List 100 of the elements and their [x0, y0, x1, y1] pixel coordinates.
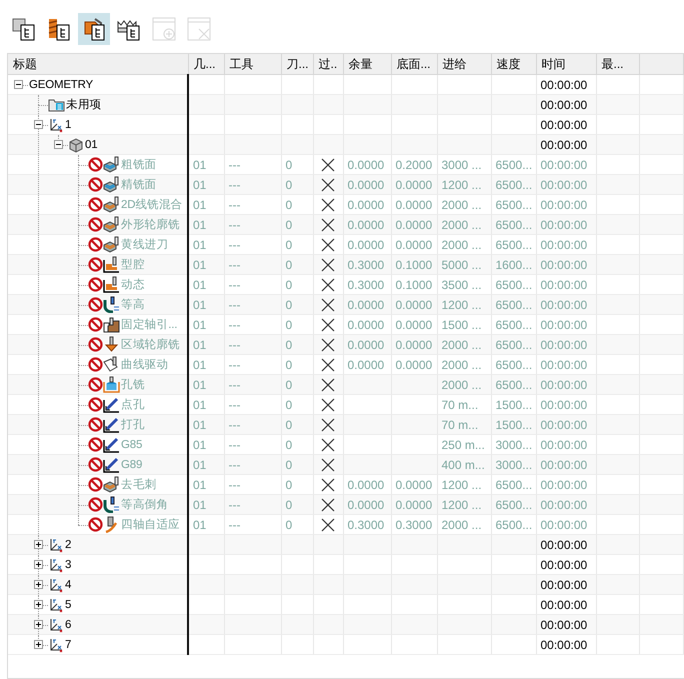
- column-header[interactable]: 时间: [536, 54, 596, 74]
- node-label: 型腔: [120, 258, 145, 272]
- table-cell: 0: [281, 174, 313, 194]
- tree-toggle[interactable]: [34, 120, 42, 129]
- table-cell: 0: [281, 454, 313, 474]
- step-pocket-icon: [103, 276, 120, 293]
- geometry-view-button[interactable]: [78, 13, 110, 45]
- table-cell: ---: [224, 334, 281, 354]
- table-cell: 0.3000: [343, 254, 391, 274]
- coordinate-axes-icon: [48, 116, 64, 132]
- table-row[interactable]: 7 00:00:00: [8, 634, 684, 654]
- column-header[interactable]: 底面...: [391, 54, 437, 74]
- node-label: 孔铣: [120, 378, 145, 392]
- node-label: GEOMETRY: [28, 78, 94, 90]
- table-cell: 70 m...: [437, 414, 491, 434]
- node-label: 01: [84, 138, 98, 150]
- table-cell: 00:00:00: [536, 294, 596, 314]
- column-header[interactable]: 速度: [491, 54, 536, 74]
- table-cell: 01: [188, 174, 224, 194]
- table-cell: 2000 ...: [437, 214, 491, 234]
- table-cell: 00:00:00: [536, 134, 596, 154]
- coordinate-axes-icon: [48, 636, 64, 652]
- tree-toggle[interactable]: [34, 560, 42, 569]
- column-header[interactable]: 标题: [8, 54, 188, 74]
- coordinate-axes-icon: [48, 536, 64, 552]
- node-label: 点孔: [120, 398, 145, 412]
- column-header[interactable]: 几...: [188, 54, 224, 74]
- table-cell: 00:00:00: [536, 614, 596, 634]
- node-label: 粗铣面: [120, 158, 156, 172]
- column-header[interactable]: 最...: [596, 54, 639, 74]
- table-cell: 01: [188, 334, 224, 354]
- node-label: 等高倒角: [120, 497, 168, 512]
- table-cell: 0.0000: [343, 494, 391, 514]
- node-label: 四轴自适应: [120, 518, 180, 532]
- milled-block-icon: [103, 156, 120, 173]
- table-cell: 00:00:00: [536, 334, 596, 354]
- tree-toggle[interactable]: [34, 600, 42, 609]
- node-label: 7: [64, 638, 72, 650]
- node-label: 2: [64, 538, 72, 550]
- table-row[interactable]: 2 00:00:00: [8, 534, 684, 554]
- column-header[interactable]: 余量: [343, 54, 391, 74]
- table-row[interactable]: 01 00:00:00: [8, 134, 684, 154]
- tree-toggle[interactable]: [54, 140, 62, 149]
- column-header[interactable]: 过..: [313, 54, 343, 74]
- step-pocket-icon: [103, 256, 120, 273]
- column-header[interactable]: 进给: [437, 54, 491, 74]
- node-label: 1: [64, 118, 72, 130]
- table-cell: ---: [224, 214, 281, 234]
- column-header[interactable]: 刀...: [281, 54, 313, 74]
- table-row[interactable]: 4 00:00:00: [8, 574, 684, 594]
- table-cell: 0.0000: [391, 494, 437, 514]
- table-cell: 00:00:00: [536, 574, 596, 594]
- table-cell: ---: [224, 294, 281, 314]
- table-cell: 01: [188, 414, 224, 434]
- table-cell: 5000 ...: [437, 254, 491, 274]
- table-cell: ---: [224, 174, 281, 194]
- table-cell: 01: [188, 374, 224, 394]
- node-label: G85: [120, 438, 142, 450]
- table-row[interactable]: 6 00:00:00: [8, 614, 684, 634]
- tool-curve-icon: [103, 516, 120, 533]
- table-cell: 00:00:00: [536, 214, 596, 234]
- table-cell: 00:00:00: [536, 634, 596, 654]
- table-cell: 2000 ...: [437, 374, 491, 394]
- corner-pencil-icon: [103, 396, 120, 413]
- table-cell: 0.0000: [391, 214, 437, 234]
- block-icon: [68, 136, 84, 152]
- table-cell: 0: [281, 254, 313, 274]
- table-cell: 400 m...: [437, 454, 491, 474]
- table-row[interactable]: 未用项 00:00:00: [8, 94, 684, 114]
- table-cell: 1200 ...: [437, 294, 491, 314]
- node-label: 动态: [120, 278, 145, 292]
- table-cell: 01: [188, 454, 224, 474]
- table-cell: 0.0000: [391, 334, 437, 354]
- table-cell: 3000...: [491, 454, 536, 474]
- node-label: 3: [64, 558, 72, 570]
- table-cell: 0: [281, 334, 313, 354]
- tree-toggle[interactable]: [34, 580, 42, 589]
- table-cell: 01: [188, 494, 224, 514]
- table-cell: 0.0000: [343, 214, 391, 234]
- table-cell: 1200 ...: [437, 174, 491, 194]
- node-label: 未用项: [65, 98, 102, 112]
- table-cell: 0: [281, 374, 313, 394]
- tree-toggle[interactable]: [34, 620, 42, 629]
- table-cell: 01: [188, 214, 224, 234]
- column-header[interactable]: 工具: [224, 54, 281, 74]
- node-label: 固定轴引...: [120, 318, 178, 332]
- table-cell: 0.1000: [391, 254, 437, 274]
- table-cell: 1500...: [491, 414, 536, 434]
- table-cell: 00:00:00: [536, 94, 596, 114]
- tree-toggle[interactable]: [34, 540, 42, 549]
- sheet-tool-icon: [103, 356, 120, 373]
- table-cell: 0.0000: [391, 174, 437, 194]
- node-label: 外形轮廓铣: [120, 217, 180, 232]
- table-cell: ---: [224, 254, 281, 274]
- table-cell: 0: [281, 414, 313, 434]
- tree-toggle[interactable]: [14, 80, 22, 89]
- node-label: 曲线驱动: [120, 358, 168, 372]
- milled-block-icon: [103, 196, 120, 213]
- node-label: 黄线进刀: [120, 238, 168, 252]
- tree-toggle[interactable]: [34, 640, 42, 649]
